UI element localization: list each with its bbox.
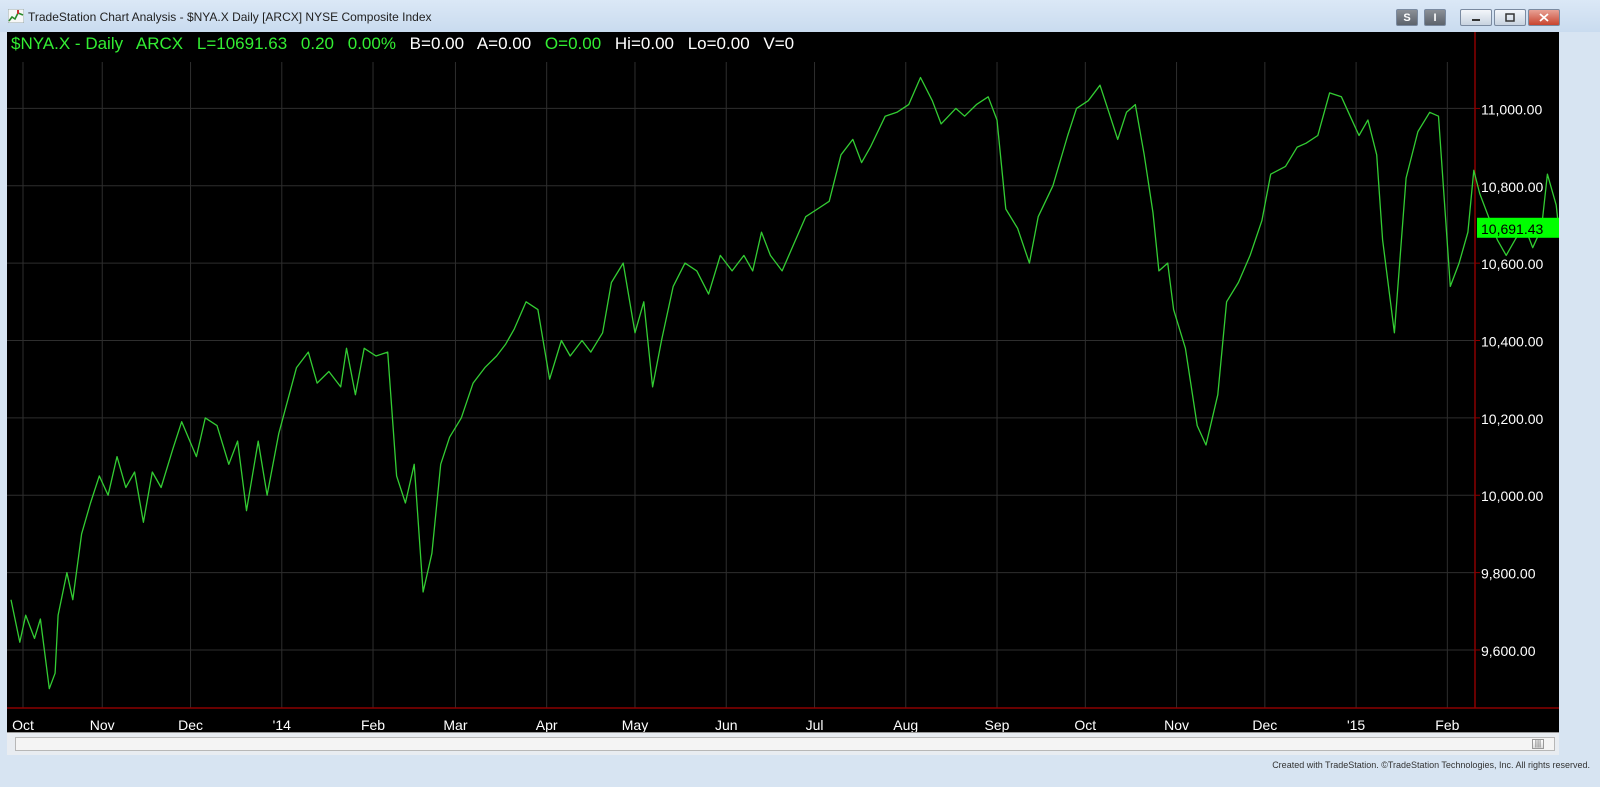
x-tick-label: Oct: [12, 717, 34, 732]
close-button[interactable]: [1528, 9, 1560, 26]
y-tick-label: 10,000.00: [1481, 488, 1543, 504]
x-tick-label: Dec: [178, 717, 203, 732]
y-tick-label: 10,600.00: [1481, 256, 1543, 272]
x-tick-label: Nov: [90, 717, 115, 732]
price-chart[interactable]: $NYA.X - Daily ARCX L=10691.63 0.20 0.00…: [7, 32, 1559, 732]
indicator-menu-label: I: [1433, 11, 1437, 24]
x-tick-label: Feb: [1435, 717, 1459, 732]
scroll-grip-icon[interactable]: |||: [1532, 739, 1544, 749]
x-tick-label: Sep: [985, 717, 1010, 732]
indicator-menu-button[interactable]: I: [1424, 9, 1446, 26]
symbol-menu-button[interactable]: S: [1396, 9, 1418, 26]
y-tick-label: 11,000.00: [1481, 101, 1542, 117]
x-tick-label: Nov: [1164, 717, 1189, 732]
tradestation-app-icon: [8, 9, 24, 23]
y-tick-label: 10,400.00: [1481, 334, 1543, 350]
x-tick-label: Feb: [361, 717, 385, 732]
price-line: [10, 76, 1559, 690]
bottom-toolbar: |||: [7, 732, 1559, 755]
x-tick-label: Dec: [1252, 717, 1277, 732]
y-tick-label: 9,600.00: [1481, 643, 1536, 659]
x-tick-label: '15: [1347, 717, 1365, 732]
y-tick-label: 10,200.00: [1481, 411, 1543, 427]
x-tick-label: '14: [273, 717, 291, 732]
maximize-button[interactable]: [1494, 9, 1526, 26]
app-window: TradeStation Chart Analysis - $NYA.X Dai…: [0, 0, 1600, 787]
chart-canvas: 11,000.00 10,800.00 10,600.00 10,400.00 10,2…: [7, 32, 1559, 732]
x-tick-label: Oct: [1074, 717, 1096, 732]
maximize-icon: [1505, 13, 1515, 22]
copyright-footer: Created with TradeStation. ©TradeStation…: [1272, 760, 1590, 770]
symbol-menu-label: S: [1403, 11, 1411, 24]
x-tick-label: Jun: [715, 717, 738, 732]
x-tick-label: Mar: [443, 717, 467, 732]
title-bar: TradeStation Chart Analysis - $NYA.X Dai…: [0, 0, 1600, 32]
minimize-icon: [1472, 18, 1480, 21]
y-tick-label: 9,800.00: [1481, 566, 1536, 582]
x-tick-label: May: [622, 717, 648, 732]
minimize-button[interactable]: [1460, 9, 1492, 26]
last-price-tag-label: 10,691.43: [1481, 221, 1543, 237]
y-tick-label: 10,800.00: [1481, 179, 1543, 195]
x-tick-label: Jul: [806, 717, 824, 732]
window-title: TradeStation Chart Analysis - $NYA.X Dai…: [28, 10, 432, 24]
x-tick-label: Aug: [893, 717, 918, 732]
close-icon: [1539, 13, 1549, 22]
x-tick-label: Apr: [536, 717, 558, 732]
horizontal-scrollbar[interactable]: |||: [15, 737, 1555, 751]
